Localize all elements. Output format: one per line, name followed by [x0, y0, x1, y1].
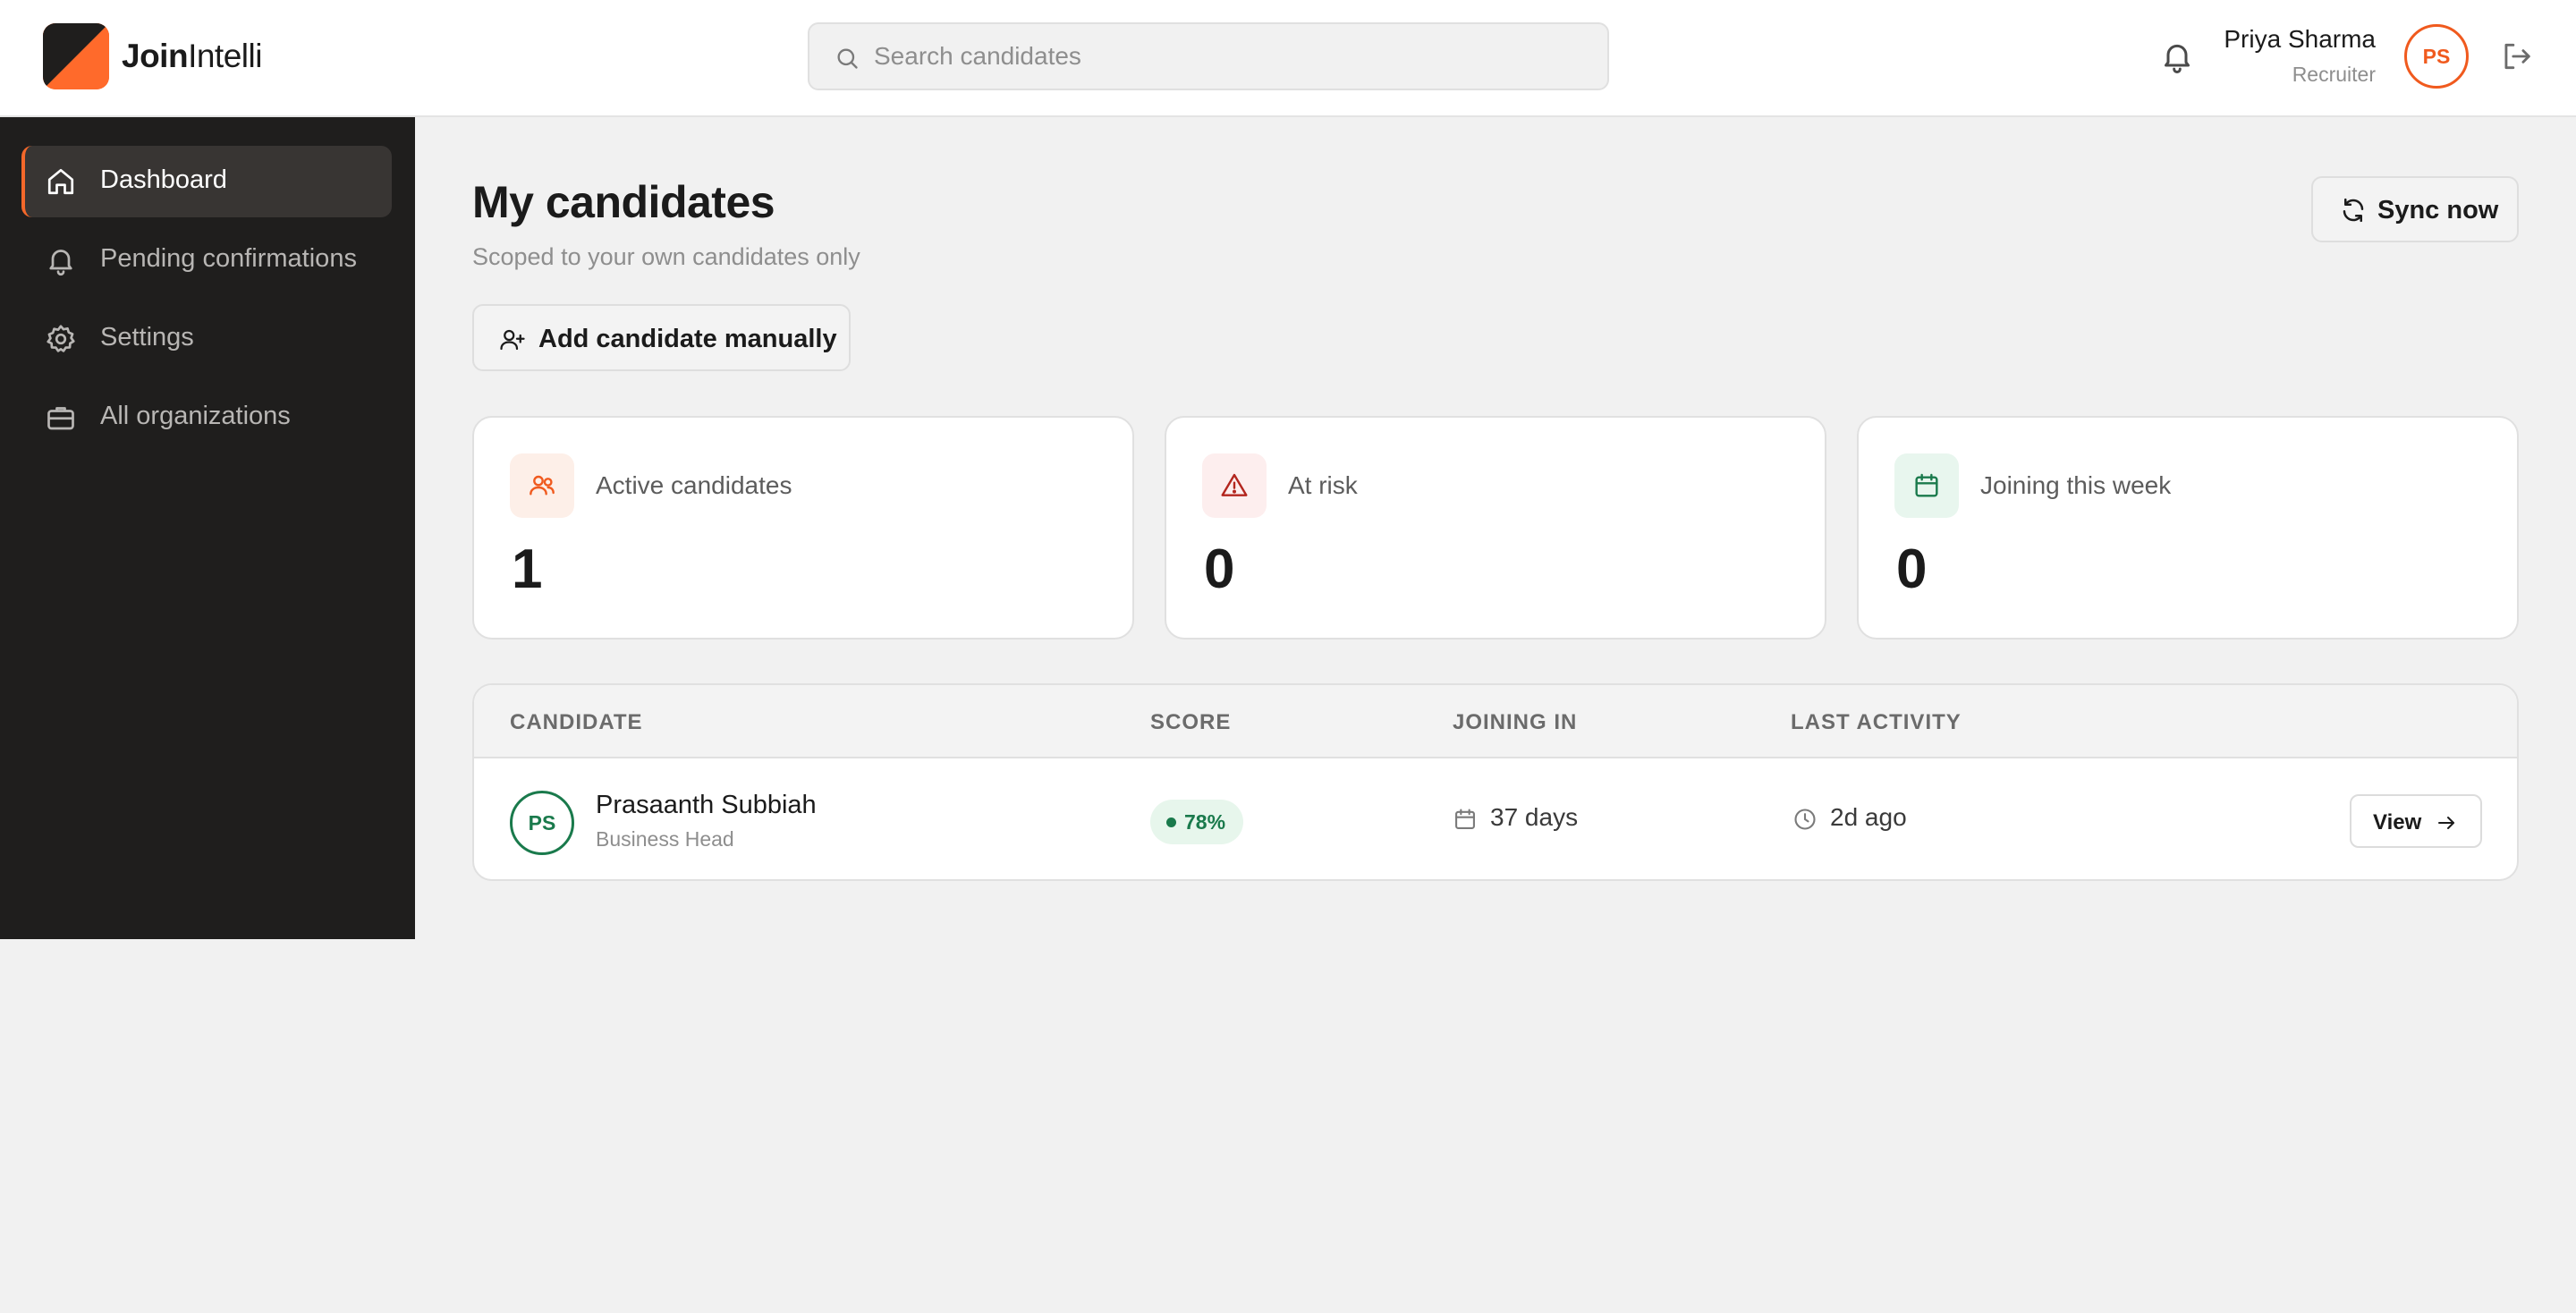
briefcase-icon — [47, 407, 74, 430]
calendar-icon — [1455, 809, 1475, 829]
sidebar-item-label: Settings — [100, 323, 194, 352]
top-bar: JoinIntelli Priya Sharma Recruiter PS — [0, 0, 2576, 117]
joining-in-value: 37 days — [1490, 803, 1579, 831]
table-row[interactable]: PS Prasaanth Subbiah Business Head 78% 3… — [474, 760, 2517, 879]
user-avatar[interactable]: PS — [2404, 24, 2469, 89]
stat-card-at-risk: At risk 0 — [1165, 416, 1826, 640]
sidebar-item-dashboard[interactable]: Dashboard — [21, 146, 392, 217]
column-header-score: SCORE — [1150, 710, 1232, 734]
candidates-table: CANDIDATE SCORE JOINING IN LAST ACTIVITY… — [472, 683, 2519, 881]
sidebar-item-pending-confirmations[interactable]: Pending confirmations — [21, 224, 392, 296]
users-icon — [510, 453, 574, 518]
sidebar-item-all-organizations[interactable]: All organizations — [21, 382, 392, 453]
refresh-icon — [2343, 198, 2364, 223]
column-header-last-activity: LAST ACTIVITY — [1791, 710, 1962, 734]
stat-label: Active candidates — [596, 471, 792, 499]
search-input[interactable] — [874, 24, 1589, 89]
stat-value: 1 — [512, 538, 543, 600]
arrow-right-icon — [2438, 817, 2454, 829]
stat-value: 0 — [1204, 538, 1235, 600]
stat-card-joining-this-week: Joining this week 0 — [1857, 416, 2519, 640]
clock-icon — [1794, 809, 1816, 830]
gear-icon — [47, 325, 75, 352]
candidate-title: Business Head — [596, 827, 734, 851]
brand-name: JoinIntelli — [122, 38, 262, 74]
sync-now-button[interactable]: Sync now — [2311, 176, 2519, 242]
column-header-joining-in: JOINING IN — [1453, 710, 1578, 734]
page-subtitle: Scoped to your own candidates only — [472, 243, 860, 270]
warning-icon — [1202, 453, 1267, 518]
view-candidate-button[interactable]: View — [2350, 794, 2482, 848]
sidebar-item-settings[interactable]: Settings — [21, 303, 392, 375]
app-logo[interactable] — [43, 23, 109, 89]
home-icon — [47, 168, 74, 195]
page-title: My candidates — [472, 177, 775, 227]
notifications-bell-icon[interactable] — [2159, 38, 2195, 75]
score-badge: 78% — [1150, 800, 1244, 844]
calendar-icon — [1894, 453, 1959, 518]
bell-icon — [49, 250, 72, 276]
search-bar[interactable] — [808, 22, 1609, 90]
stat-card-active-candidates: Active candidates 1 — [472, 416, 1134, 640]
sidebar-item-label: Pending confirmations — [100, 244, 357, 273]
user-plus-icon — [500, 329, 525, 351]
status-dot-icon — [1166, 817, 1176, 827]
user-role: Recruiter — [2292, 63, 2376, 86]
column-header-candidate: CANDIDATE — [510, 710, 643, 734]
last-activity-value: 2d ago — [1830, 803, 1907, 831]
add-candidate-button[interactable]: Add candidate manually — [472, 304, 851, 371]
stat-value: 0 — [1896, 538, 1928, 600]
sidebar-item-label: All organizations — [100, 402, 291, 430]
stat-label: Joining this week — [1980, 471, 2172, 499]
candidate-avatar: PS — [510, 791, 574, 855]
sidebar: Dashboard Pending confirmations Settings… — [0, 117, 415, 939]
search-icon — [837, 48, 858, 69]
candidate-name: Prasaanth Subbiah — [596, 791, 817, 819]
table-header: CANDIDATE SCORE JOINING IN LAST ACTIVITY — [474, 685, 2517, 758]
stat-label: At risk — [1288, 471, 1358, 499]
sidebar-item-label: Dashboard — [100, 165, 227, 194]
user-name: Priya Sharma — [2224, 25, 2376, 53]
logout-icon[interactable] — [2499, 39, 2533, 73]
